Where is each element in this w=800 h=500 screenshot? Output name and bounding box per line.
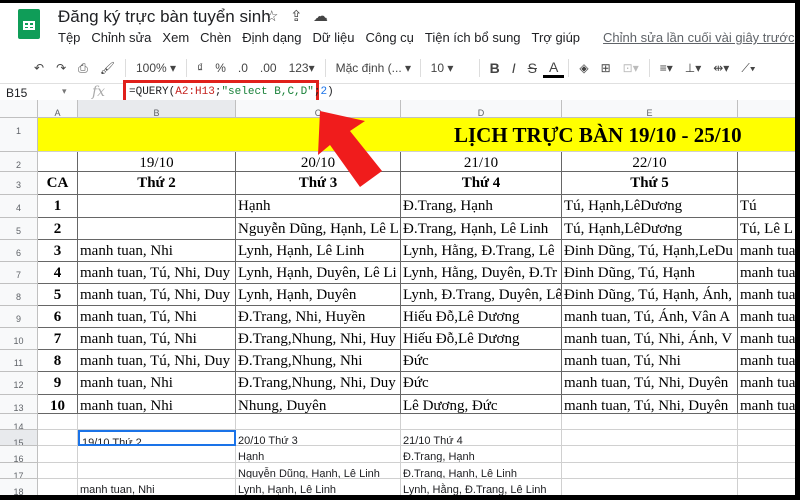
arrow-shape [318, 111, 382, 187]
google-sheets-window: Đăng ký trực bàn tuyển sinh ☆ ⇪ ☁ Tệp Chỉ… [0, 3, 795, 495]
red-arrow-annotation [318, 111, 382, 187]
